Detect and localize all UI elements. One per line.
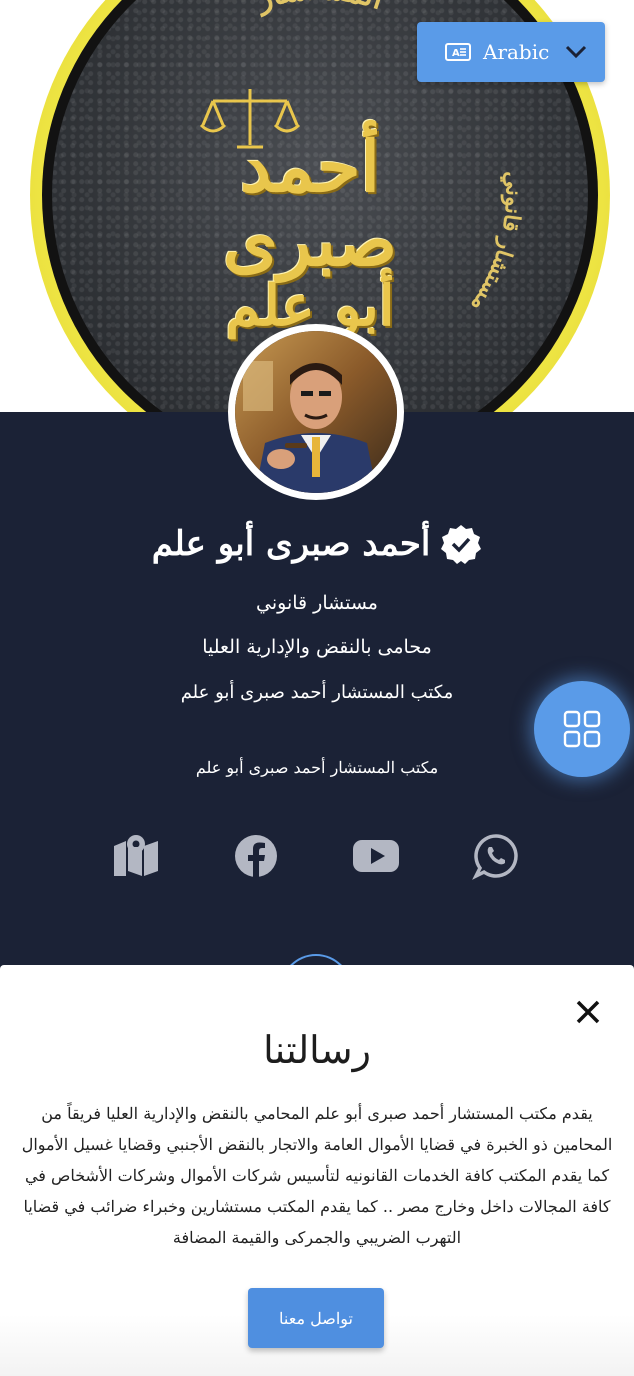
- whatsapp-icon: [472, 834, 518, 880]
- contact-us-button[interactable]: تواصل معنا: [248, 1288, 384, 1348]
- translate-icon: A: [445, 43, 471, 61]
- seal-calligraphy: أحمد صبرى أبو علم: [150, 130, 470, 336]
- avatar: [228, 324, 404, 500]
- close-icon[interactable]: [574, 998, 602, 1026]
- verified-badge-icon: [441, 525, 482, 564]
- sheet-body-text: يقدم مكتب المستشار أحمد صبرى أبو علم الم…: [21, 1104, 613, 1247]
- youtube-link[interactable]: [352, 832, 400, 880]
- whatsapp-link[interactable]: [472, 832, 520, 880]
- facebook-link[interactable]: [232, 832, 280, 880]
- grid-icon: [563, 710, 601, 748]
- svg-text:A: A: [452, 48, 460, 59]
- language-label: Arabic: [483, 40, 550, 64]
- profile-subtitle: محامى بالنقض والإدارية العليا: [202, 636, 432, 658]
- youtube-icon: [353, 840, 399, 872]
- facebook-icon: [235, 835, 277, 877]
- profile-name: أحمد صبرى أبو علم: [151, 524, 431, 564]
- profile-office: مكتب المستشار أحمد صبرى أبو علم: [180, 682, 454, 703]
- seal-arc-right: مستشار قانوني: [465, 170, 526, 317]
- chevron-down-icon: [565, 45, 587, 59]
- seal-name-line1: أحمد صبرى: [223, 125, 397, 282]
- profile-photo: [235, 331, 397, 493]
- svg-text:مستشار قانوني: مستشار قانوني: [465, 170, 526, 317]
- office-name: مكتب المستشار أحمد صبرى أبو علم: [195, 758, 439, 777]
- map-icon: [114, 835, 158, 876]
- sheet-title: رسالتنا: [263, 1028, 371, 1072]
- svg-text:المستشار: المستشار: [251, 0, 388, 18]
- profile-name-row: أحمد صبرى أبو علم: [0, 516, 634, 572]
- map-link[interactable]: [112, 832, 160, 880]
- profile-title: مستشار قانوني: [256, 592, 378, 614]
- language-selector[interactable]: A Arabic: [417, 22, 605, 82]
- grid-menu-button[interactable]: [534, 681, 630, 777]
- seal-arc-top: المستشار: [251, 0, 388, 18]
